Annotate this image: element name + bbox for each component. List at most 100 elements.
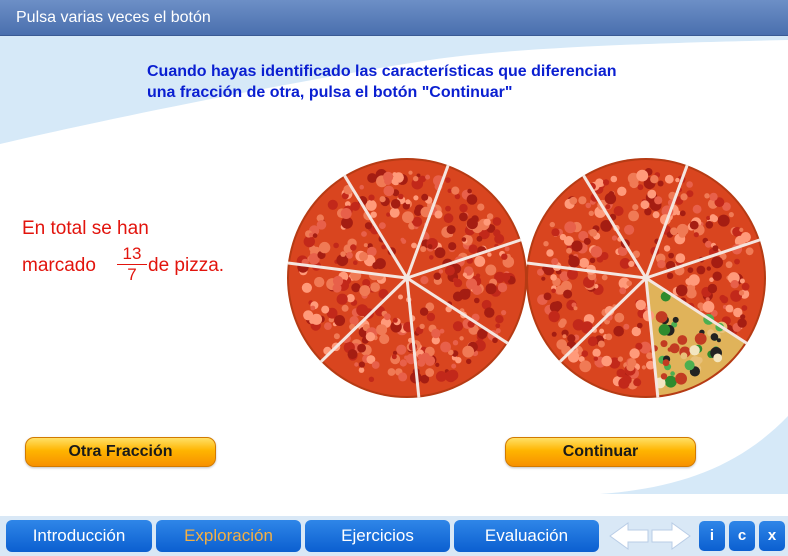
- close-button[interactable]: x: [759, 521, 785, 551]
- topping: [310, 305, 316, 311]
- topping: [692, 204, 702, 214]
- tab-exploracion[interactable]: Exploración: [156, 520, 301, 552]
- topping: [384, 177, 392, 185]
- topping: [461, 237, 467, 242]
- other-fraction-button[interactable]: Otra Fracción: [25, 437, 216, 467]
- topping: [705, 221, 714, 229]
- result-suffix: de pizza.: [148, 255, 225, 276]
- topping: [390, 199, 401, 209]
- topping: [605, 204, 611, 210]
- topping: [365, 199, 377, 211]
- topping: [660, 373, 668, 380]
- topping: [647, 189, 657, 199]
- fraction-result: En total se han marcado 13 7 de pizza.: [22, 218, 224, 284]
- topping: [640, 200, 650, 210]
- topping: [601, 274, 608, 281]
- topping: [309, 318, 315, 324]
- topping: [628, 210, 639, 222]
- topping: [706, 215, 711, 221]
- topping: [675, 372, 687, 385]
- topping: [501, 310, 507, 316]
- topping: [332, 283, 342, 293]
- topping: [340, 208, 352, 219]
- topping: [427, 244, 433, 249]
- topping: [672, 316, 679, 323]
- topping: [551, 331, 557, 337]
- tab-introduccion[interactable]: Introducción: [6, 520, 152, 552]
- topping: [636, 169, 649, 182]
- topping: [357, 343, 366, 353]
- topping: [693, 232, 699, 238]
- topping: [451, 363, 457, 369]
- topping: [391, 354, 397, 360]
- topping: [713, 353, 723, 363]
- topping: [616, 368, 626, 378]
- topping: [492, 337, 498, 344]
- info-button[interactable]: i: [699, 521, 725, 551]
- topping: [421, 193, 429, 201]
- topping: [429, 255, 434, 260]
- topping: [717, 214, 730, 227]
- topping: [705, 297, 710, 302]
- topping: [660, 340, 668, 348]
- topping: [543, 292, 552, 301]
- tab-ejercicios[interactable]: Ejercicios: [305, 520, 450, 552]
- topping: [597, 340, 605, 348]
- topping: [567, 334, 576, 343]
- topping: [562, 334, 567, 339]
- topping: [610, 175, 618, 183]
- previous-arrow-icon[interactable]: [608, 521, 650, 551]
- topping: [564, 221, 577, 234]
- topping: [453, 278, 463, 288]
- topping: [464, 288, 471, 296]
- topping: [675, 284, 688, 297]
- topping: [614, 312, 625, 323]
- topping: [655, 311, 668, 323]
- topping: [654, 196, 663, 205]
- topping: [346, 251, 353, 259]
- topping: [324, 322, 332, 330]
- topping: [675, 253, 686, 263]
- pizza-2: [526, 158, 766, 398]
- continue-button[interactable]: Continuar: [505, 437, 696, 467]
- topping: [392, 317, 398, 323]
- topping: [716, 338, 721, 343]
- topping: [668, 252, 674, 259]
- topping: [551, 288, 556, 294]
- pizza-1: [287, 158, 527, 398]
- next-arrow-icon[interactable]: [650, 521, 692, 551]
- topping: [551, 228, 560, 237]
- topping: [712, 271, 722, 281]
- topping: [629, 348, 640, 359]
- topping: [417, 358, 426, 367]
- topping: [573, 306, 578, 311]
- topping: [664, 174, 674, 184]
- topping: [624, 224, 635, 235]
- topping: [546, 249, 554, 257]
- topping: [613, 206, 624, 216]
- topping: [571, 240, 583, 252]
- topping: [472, 285, 482, 295]
- topping: [725, 261, 733, 269]
- fraction-numerator: 13: [117, 244, 147, 265]
- topping: [474, 255, 486, 267]
- topping: [662, 359, 670, 367]
- topping: [340, 251, 346, 257]
- topping: [548, 310, 560, 323]
- topping: [589, 257, 596, 264]
- topping: [583, 237, 591, 245]
- tab-evaluacion[interactable]: Evaluación: [454, 520, 599, 552]
- topping: [351, 283, 361, 293]
- topping: [737, 318, 747, 328]
- c-button[interactable]: c: [729, 521, 755, 551]
- topping: [569, 196, 578, 205]
- topping: [364, 222, 373, 230]
- topping: [704, 193, 710, 199]
- topping: [462, 272, 467, 277]
- topping: [635, 299, 646, 311]
- topping: [601, 355, 612, 367]
- topping: [611, 235, 618, 241]
- topping: [314, 276, 325, 288]
- topping: [459, 212, 468, 222]
- topping: [694, 332, 707, 345]
